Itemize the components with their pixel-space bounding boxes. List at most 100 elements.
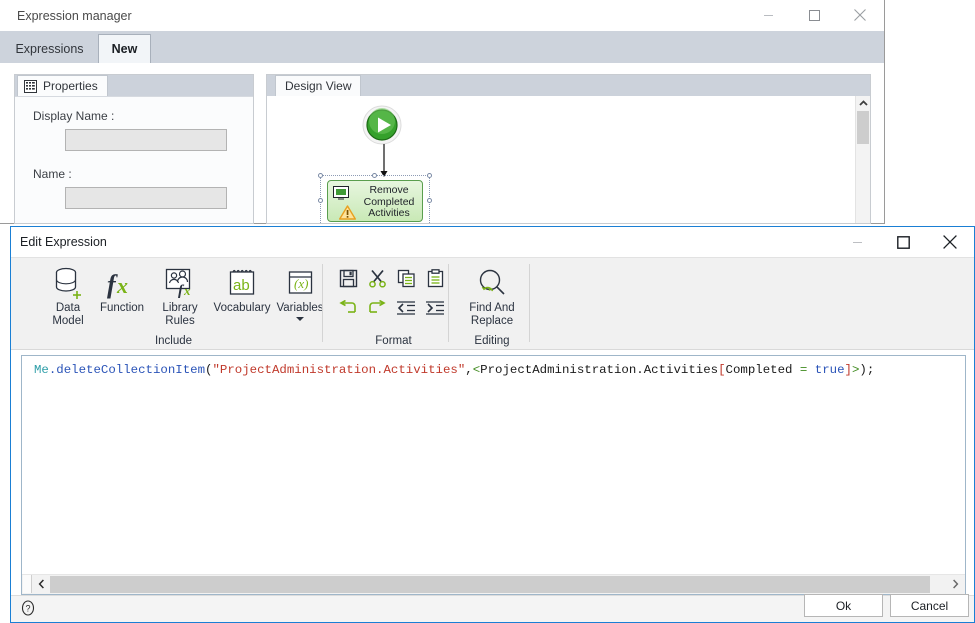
data-model-button[interactable]: Data Model [41,263,95,328]
tab-properties[interactable]: Properties [17,75,108,96]
code-token: ] [844,363,852,377]
chevron-up-icon [858,99,868,106]
scissors-cut-icon [368,269,386,288]
library-rules-icon: f x [164,263,196,299]
name-input[interactable] [65,187,227,209]
display-name-label: Display Name : [33,109,115,123]
data-model-label: Data Model [52,302,84,327]
resize-handle[interactable] [318,173,323,178]
ribbon-group-format: Format [331,258,456,349]
scroll-left-button[interactable] [32,575,50,593]
activity-node[interactable]: Remove Completed Activities [318,173,432,223]
indent-icon [426,300,444,315]
display-name-input[interactable] [65,129,227,151]
code-token: .deleteCollectionItem [48,363,206,377]
scroll-up-button[interactable] [856,96,870,110]
ribbon-group-include-title: Include [154,335,193,347]
save-button[interactable] [335,266,361,291]
code-token: Completed [725,363,800,377]
design-view-vertical-scrollbar[interactable] [855,96,870,223]
library-rules-button[interactable]: f x Library Rules [153,263,207,328]
decrease-indent-button[interactable] [393,295,419,320]
minimize-button[interactable] [746,0,791,30]
code-token: ); [859,363,875,377]
database-add-icon [53,263,83,299]
design-view-canvas[interactable]: Remove Completed Activities [267,96,870,223]
editor-horizontal-scrollbar[interactable] [22,574,965,594]
fx-function-icon: f x [105,263,139,299]
maximize-icon [809,9,820,21]
svg-text:?: ? [25,603,30,613]
variables-button[interactable]: (x) Variables [271,263,329,321]
undo-arrow-icon [339,299,356,313]
name-label: Name : [33,167,72,181]
expression-manager-body: Properties Display Name : Name : Design … [0,63,884,224]
save-floppy-icon [339,269,357,288]
ribbon-group-include: Data Model f x Function f x Library Rule… [31,258,324,349]
expression-manager-window: Expression manager Expressions New Prope… [0,0,885,224]
cancel-button-label: Cancel [910,598,949,613]
close-button[interactable] [837,0,882,30]
scrollbar-thumb[interactable] [857,111,869,144]
scrollbar-grip [23,575,32,593]
dialog-maximize-button[interactable] [881,227,926,257]
ribbon-group-format-title: Format [375,335,412,347]
dialog-minimize-button[interactable] [835,227,880,257]
minimize-icon [764,14,773,16]
code-token: ProjectAdministration.Activities [480,363,719,377]
svg-text:(x): (x) [294,276,308,291]
tab-expressions-label: Expressions [15,41,84,56]
paste-button[interactable] [422,266,448,291]
dialog-close-button[interactable] [927,227,972,257]
resize-handle[interactable] [372,173,377,178]
vocabulary-ab-icon: ab [227,263,257,299]
expression-code-area[interactable]: Me.deleteCollectionItem("ProjectAdminist… [22,356,965,574]
find-and-replace-button[interactable]: Find And Replace [462,263,522,328]
maximize-button[interactable] [792,0,837,30]
activity-box[interactable]: Remove Completed Activities [327,180,423,222]
tab-new[interactable]: New [98,34,151,63]
vocabulary-button[interactable]: ab Vocabulary [209,263,275,315]
scrollbar-thumb[interactable] [50,576,930,593]
chevron-left-icon [38,579,44,589]
expression-editor: Me.deleteCollectionItem("ProjectAdminist… [21,355,966,595]
variables-label: Variables [276,302,324,314]
expression-manager-title: Expression manager [17,9,132,23]
chevron-right-icon [952,579,958,589]
undo-button[interactable] [335,295,361,320]
start-node[interactable] [362,105,402,145]
outdent-icon [397,300,415,315]
cancel-button[interactable]: Cancel [890,594,969,617]
resize-handle[interactable] [427,173,432,178]
code-token: true [814,363,845,377]
copy-button[interactable] [393,266,419,291]
svg-text:x: x [116,273,128,298]
resize-handle[interactable] [318,198,323,203]
copy-icon [397,269,415,288]
tab-design-view[interactable]: Design View [275,75,362,96]
properties-pane: Properties Display Name : Name : [14,74,254,224]
expression-manager-tabstrip: Expressions New [0,31,884,63]
find-and-replace-label: Find And Replace [469,302,515,327]
close-icon [853,9,866,21]
resize-handle[interactable] [427,198,432,203]
ok-button[interactable]: Ok [804,594,883,617]
tab-new-label: New [111,42,138,56]
ribbon-group-editing-title: Editing [474,335,510,347]
play-start-icon [362,105,402,145]
code-token: [ [718,363,726,377]
code-token: , [465,363,473,377]
ribbon-separator [448,264,449,342]
redo-button[interactable] [364,295,390,320]
cut-button[interactable] [364,266,390,291]
ribbon-separator [529,264,530,342]
function-button[interactable]: f x Function [95,263,149,315]
library-rules-label: Library Rules [162,302,198,327]
activity-screen-icon [333,186,349,200]
tab-expressions[interactable]: Expressions [2,34,97,63]
scroll-right-button[interactable] [946,575,964,593]
help-question-icon[interactable]: ? [19,599,37,617]
edit-expression-title: Edit Expression [20,235,107,249]
increase-indent-button[interactable] [422,295,448,320]
chevron-down-icon[interactable] [296,317,304,321]
